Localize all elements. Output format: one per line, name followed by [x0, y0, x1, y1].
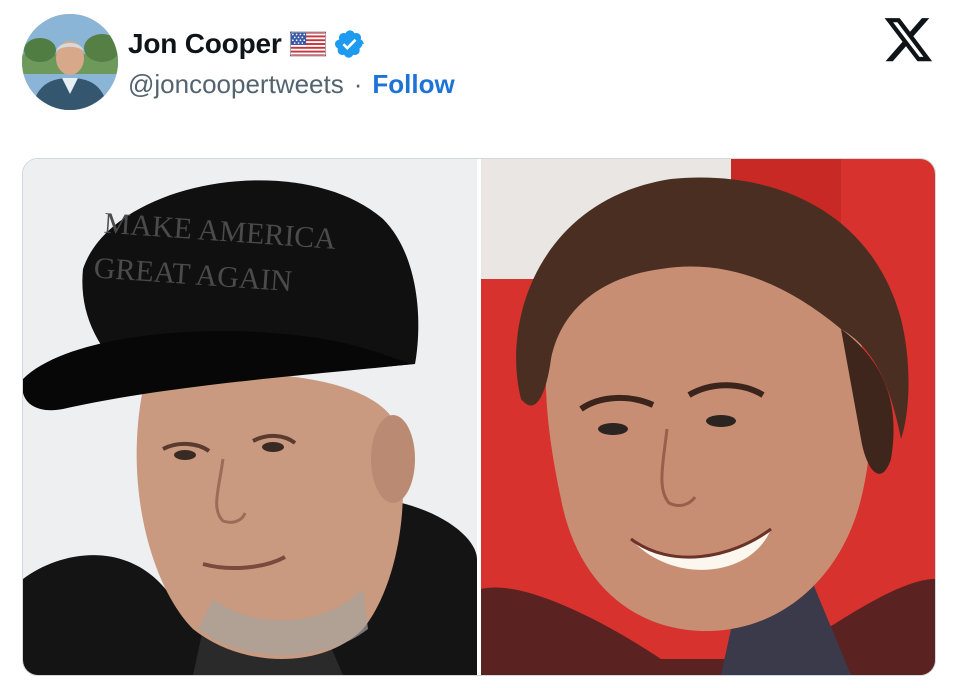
separator-dot: · [353, 68, 363, 99]
media-photo-left[interactable]: MAKE AMERICA GREAT AGAIN [23, 159, 477, 675]
author-handle[interactable]: @joncoopertweets [128, 69, 344, 100]
profile-avatar[interactable] [22, 14, 118, 110]
us-flag-icon [289, 31, 326, 57]
tweet-media-grid: MAKE AMERICA GREAT AGAIN [22, 158, 936, 676]
x-logo-icon[interactable] [884, 18, 934, 64]
author-name-row: Jon Cooper [128, 24, 366, 64]
verified-badge-icon [334, 30, 364, 58]
tweet-header: Jon Cooper @joncoopertweets · Follow [0, 0, 960, 130]
avatar-image [22, 14, 118, 110]
left-photo-image: MAKE AMERICA GREAT AGAIN [23, 159, 477, 675]
follow-link[interactable]: Follow [372, 69, 454, 100]
right-photo-image [481, 159, 935, 675]
author-name[interactable]: Jon Cooper [128, 28, 282, 60]
media-photo-right[interactable] [481, 159, 935, 675]
author-subline: @joncoopertweets · Follow [128, 66, 455, 102]
